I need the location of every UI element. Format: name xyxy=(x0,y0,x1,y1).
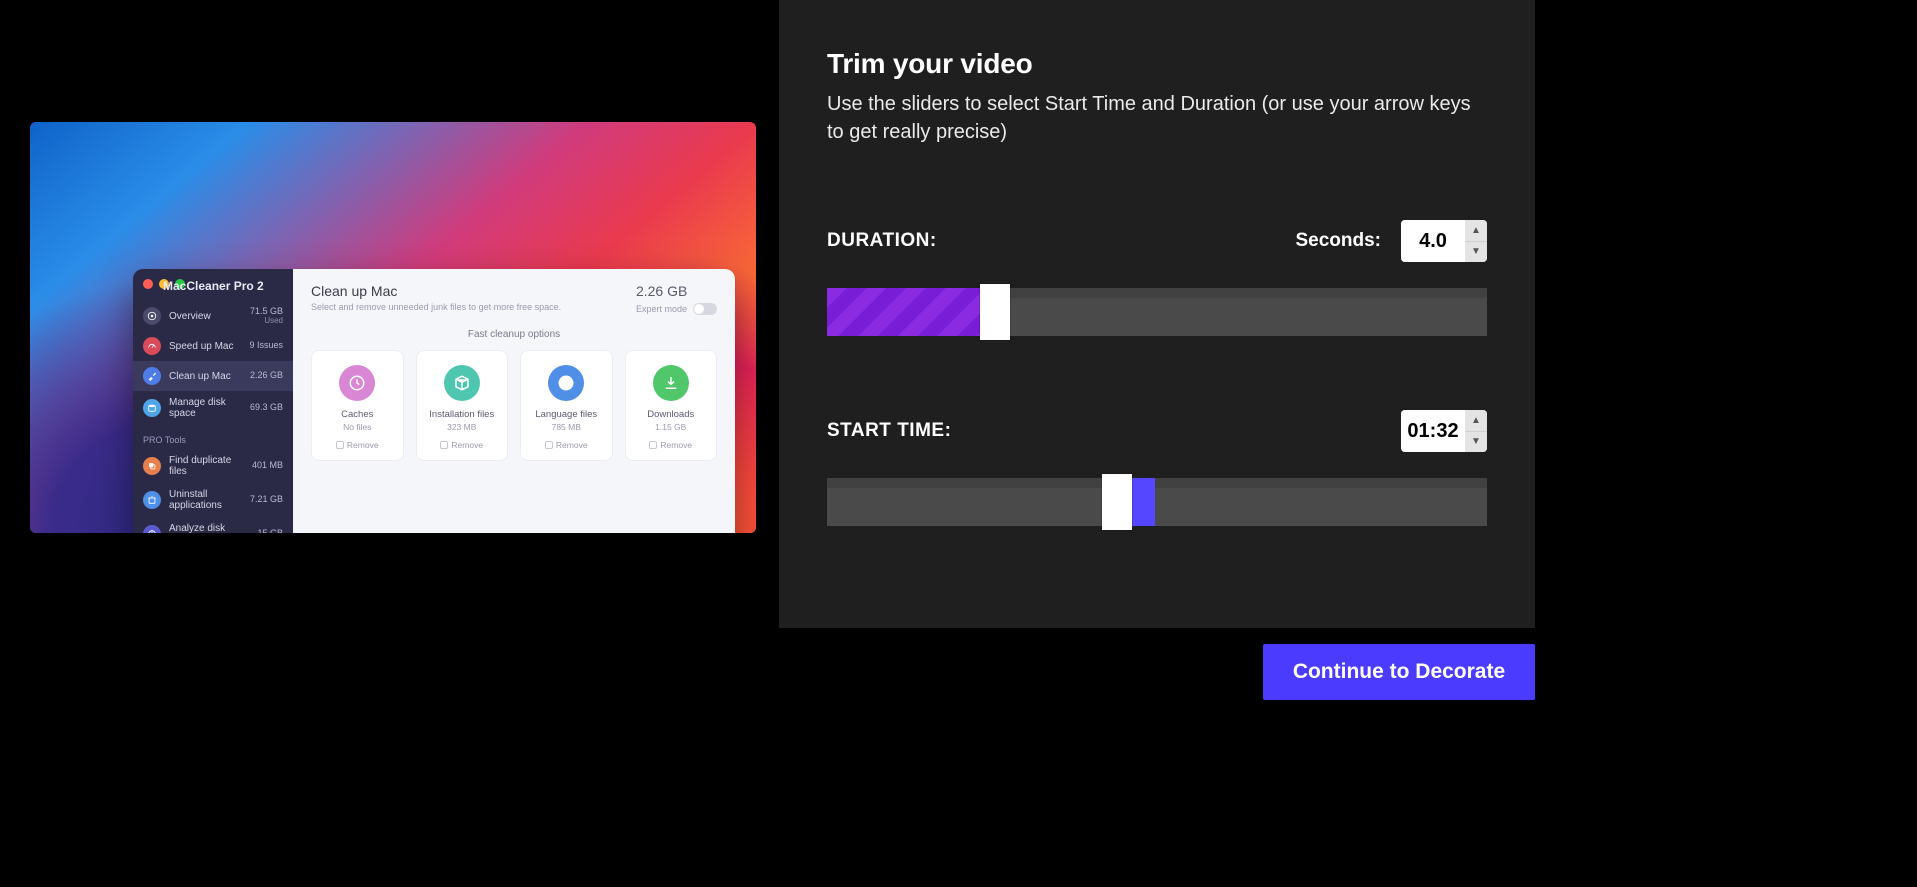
duration-stepper[interactable]: ▲ ▼ xyxy=(1401,220,1487,262)
app-title: MacCleaner Pro 2 xyxy=(133,277,293,301)
expert-mode-toggle[interactable] xyxy=(693,303,717,315)
sidebar-item-label: Manage disk space xyxy=(169,397,242,419)
card-size: 785 MB xyxy=(527,422,606,432)
maccleaner-window: MacCleaner Pro 2 Overview 71.5 GBUsed Sp… xyxy=(133,269,735,533)
card-remove[interactable]: Remove xyxy=(423,440,502,450)
card-caches[interactable]: Caches No files Remove xyxy=(311,350,404,461)
total-size: 2.26 GB xyxy=(636,283,717,299)
sidebar-item-value: 401 MB xyxy=(252,461,283,470)
card-title: Caches xyxy=(318,409,397,420)
sidebar-item-cleanup[interactable]: Clean up Mac 2.26 GB xyxy=(133,361,293,391)
duration-track[interactable] xyxy=(827,288,1487,336)
duration-input[interactable] xyxy=(1401,220,1465,262)
sidebar-item-label: Uninstall applications xyxy=(169,489,242,511)
cleanup-cards: Caches No files Remove Installation file… xyxy=(293,350,735,461)
continue-button[interactable]: Continue to Decorate xyxy=(1263,644,1535,700)
starttime-track[interactable] xyxy=(827,478,1487,526)
starttime-handle[interactable] xyxy=(1102,474,1132,530)
trim-title: Trim your video xyxy=(827,48,1487,80)
checkbox-icon[interactable] xyxy=(649,441,657,449)
clock-icon xyxy=(339,365,375,401)
sidebar-item-label: Find duplicate files xyxy=(169,455,244,477)
trim-panel: Trim your video Use the sliders to selec… xyxy=(779,0,1535,628)
card-downloads[interactable]: Downloads 1.15 GB Remove xyxy=(625,350,718,461)
stepper-up-icon[interactable]: ▲ xyxy=(1465,410,1487,432)
stepper-down-icon[interactable]: ▼ xyxy=(1465,242,1487,263)
sidebar-item-label: Clean up Mac xyxy=(169,371,242,382)
gauge-icon xyxy=(143,337,161,355)
checkbox-icon[interactable] xyxy=(336,441,344,449)
duration-label: DURATION: xyxy=(827,230,1295,252)
sidebar-item-uninstall[interactable]: Uninstall applications 7.21 GB xyxy=(133,483,293,517)
card-installation[interactable]: Installation files 323 MB Remove xyxy=(416,350,509,461)
sidebar-item-label: Speed up Mac xyxy=(169,341,241,352)
duplicates-icon xyxy=(143,457,161,475)
sidebar-item-duplicates[interactable]: Find duplicate files 401 MB xyxy=(133,449,293,483)
main-header: Clean up Mac Select and remove unneeded … xyxy=(293,269,735,321)
sidebar-item-value: 69.3 GB xyxy=(250,403,283,412)
card-language[interactable]: Language files 785 MB Remove xyxy=(520,350,613,461)
sidebar-item-value: 2.26 GB xyxy=(250,371,283,380)
card-title: Installation files xyxy=(423,409,502,420)
sidebar-section-pro: PRO Tools xyxy=(133,425,293,449)
starttime-stepper[interactable]: ▲ ▼ xyxy=(1401,410,1487,452)
card-size: 1.15 GB xyxy=(632,422,711,432)
overview-icon xyxy=(143,307,161,325)
download-icon xyxy=(653,365,689,401)
fast-cleanup-label: Fast cleanup options xyxy=(293,321,735,350)
expert-mode-row: Expert mode xyxy=(636,303,717,315)
duration-handle[interactable] xyxy=(980,284,1010,340)
sidebar-item-label: Analyze disk usage xyxy=(169,523,249,533)
video-preview-frame: MacCleaner Pro 2 Overview 71.5 GBUsed Sp… xyxy=(30,122,756,533)
card-title: Language files xyxy=(527,409,606,420)
starttime-label: START TIME: xyxy=(827,420,1401,442)
card-size: No files xyxy=(318,422,397,432)
sidebar-item-diskspace[interactable]: Manage disk space 69.3 GB xyxy=(133,391,293,425)
card-remove[interactable]: Remove xyxy=(632,440,711,450)
card-remove[interactable]: Remove xyxy=(527,440,606,450)
sidebar-item-speedup[interactable]: Speed up Mac 9 Issues xyxy=(133,331,293,361)
expert-mode-label: Expert mode xyxy=(636,304,687,314)
sidebar-item-value: 9 Issues xyxy=(249,341,283,350)
starttime-field: START TIME: ▲ ▼ xyxy=(827,410,1487,526)
duration-field: DURATION: Seconds: ▲ ▼ xyxy=(827,220,1487,336)
page-title: Clean up Mac xyxy=(311,283,636,299)
box-icon xyxy=(444,365,480,401)
card-title: Downloads xyxy=(632,409,711,420)
starttime-input[interactable] xyxy=(1401,410,1465,452)
sidebar-item-label: Overview xyxy=(169,311,242,322)
globe-icon xyxy=(548,365,584,401)
analyze-icon xyxy=(143,525,161,533)
uninstall-icon xyxy=(143,491,161,509)
seconds-label: Seconds: xyxy=(1295,230,1381,252)
checkbox-icon[interactable] xyxy=(545,441,553,449)
sidebar-item-analyze[interactable]: Analyze disk usage 15 GB xyxy=(133,517,293,533)
card-remove[interactable]: Remove xyxy=(318,440,397,450)
app-sidebar: MacCleaner Pro 2 Overview 71.5 GBUsed Sp… xyxy=(133,269,293,533)
page-subtitle: Select and remove unneeded junk files to… xyxy=(311,302,636,312)
card-size: 323 MB xyxy=(423,422,502,432)
sidebar-item-value: 7.21 GB xyxy=(250,495,283,504)
stepper-down-icon[interactable]: ▼ xyxy=(1465,432,1487,453)
trim-description: Use the sliders to select Start Time and… xyxy=(827,90,1487,146)
broom-icon xyxy=(143,367,161,385)
app-main-pane: Clean up Mac Select and remove unneeded … xyxy=(293,269,735,533)
sidebar-item-value: 71.5 GBUsed xyxy=(250,307,283,325)
sidebar-item-value: 15 GB xyxy=(257,529,283,533)
stepper-up-icon[interactable]: ▲ xyxy=(1465,220,1487,242)
checkbox-icon[interactable] xyxy=(440,441,448,449)
sidebar-item-overview[interactable]: Overview 71.5 GBUsed xyxy=(133,301,293,331)
disk-icon xyxy=(143,399,161,417)
duration-fill xyxy=(827,288,995,336)
